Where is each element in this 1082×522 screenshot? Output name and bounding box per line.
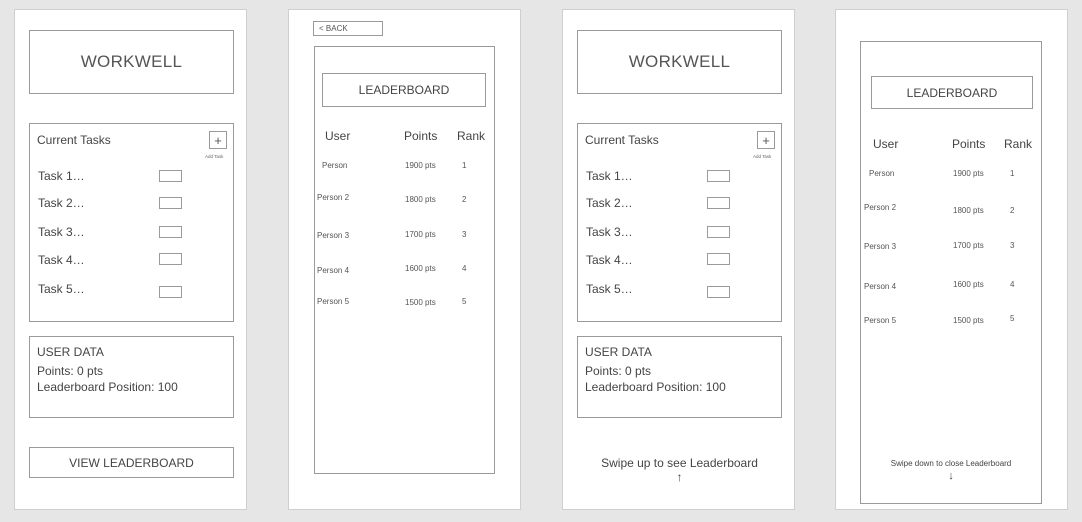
table-cell-rank: 2 bbox=[1010, 206, 1015, 215]
user-data-panel: USER DATA Points: 0 pts Leaderboard Posi… bbox=[29, 336, 234, 418]
task-label: Task 3… bbox=[586, 225, 633, 239]
table-cell-user: Person 3 bbox=[317, 231, 350, 240]
swipe-up-hint[interactable]: Swipe up to see Leaderboard ↑ bbox=[563, 456, 796, 484]
add-task-label: Add Task bbox=[753, 154, 772, 159]
leaderboard-title-box: LEADERBOARD bbox=[322, 73, 486, 107]
column-header-rank: Rank bbox=[457, 129, 486, 143]
task-checkbox[interactable] bbox=[159, 253, 182, 265]
home-screen-button-variant: WORKWELL Current Tasks + Add Task Task 1… bbox=[14, 9, 247, 510]
table-cell-points: 1900 pts bbox=[405, 161, 436, 170]
app-title-box: WORKWELL bbox=[29, 30, 234, 94]
back-label: < BACK bbox=[319, 24, 348, 33]
app-title-box: WORKWELL bbox=[577, 30, 782, 94]
table-cell-user: Person 2 bbox=[864, 203, 897, 212]
points-text: Points: 0 pts bbox=[585, 364, 652, 378]
task-label: Task 1… bbox=[38, 169, 85, 183]
table-cell-rank: 4 bbox=[1010, 280, 1015, 289]
task-checkbox[interactable] bbox=[707, 226, 730, 238]
app-title: WORKWELL bbox=[628, 52, 731, 71]
task-checkbox[interactable] bbox=[707, 170, 730, 182]
view-leaderboard-button[interactable]: VIEW LEADERBOARD bbox=[29, 447, 234, 478]
column-header-user: User bbox=[325, 129, 351, 143]
tasks-title: Current Tasks bbox=[37, 133, 111, 147]
arrow-down-icon: ↓ bbox=[948, 470, 954, 482]
task-label: Task 2… bbox=[38, 196, 85, 210]
home-screen-swipe-variant: WORKWELL Current Tasks + Add Task Task 1… bbox=[562, 9, 795, 510]
table-cell-rank: 2 bbox=[462, 195, 467, 204]
leaderboard-position-text: Leaderboard Position: 100 bbox=[585, 380, 726, 394]
table-cell-points: 1800 pts bbox=[953, 206, 984, 215]
column-header-points: Points bbox=[952, 137, 986, 151]
column-header-points: Points bbox=[404, 129, 438, 143]
task-label: Task 2… bbox=[586, 196, 633, 210]
add-task-label: Add Task bbox=[205, 154, 224, 159]
task-label: Task 5… bbox=[38, 282, 85, 296]
table-cell-user: Person bbox=[869, 169, 895, 178]
table-cell-user: Person bbox=[322, 161, 348, 170]
swipe-down-text: Swipe down to close Leaderboard bbox=[890, 459, 1012, 468]
task-label: Task 3… bbox=[38, 225, 85, 239]
task-checkbox[interactable] bbox=[707, 197, 730, 209]
task-label: Task 5… bbox=[586, 282, 633, 296]
table-cell-points: 1800 pts bbox=[405, 195, 436, 204]
column-header-user: User bbox=[873, 137, 899, 151]
table-cell-points: 1700 pts bbox=[405, 230, 436, 239]
user-data-title: USER DATA bbox=[37, 345, 104, 359]
current-tasks-panel: Current Tasks + Add Task Task 1… Task 2…… bbox=[29, 123, 234, 322]
leaderboard-title-box: LEADERBOARD bbox=[871, 76, 1033, 109]
leaderboard-screen-swipe-variant: LEADERBOARD User Points Rank Person 1900… bbox=[835, 9, 1068, 510]
leaderboard-screen-back-variant: < BACK LEADERBOARD User Points Rank Pers… bbox=[288, 9, 521, 510]
column-header-rank: Rank bbox=[1004, 137, 1033, 151]
task-checkbox[interactable] bbox=[707, 286, 730, 298]
arrow-up-icon: ↑ bbox=[676, 470, 683, 484]
task-label: Task 4… bbox=[38, 253, 85, 267]
table-cell-rank: 5 bbox=[1010, 314, 1015, 323]
task-checkbox[interactable] bbox=[159, 226, 182, 238]
table-cell-rank: 3 bbox=[1010, 241, 1015, 250]
task-checkbox[interactable] bbox=[159, 170, 182, 182]
plus-icon: + bbox=[214, 132, 222, 148]
plus-icon: + bbox=[762, 132, 770, 148]
table-cell-points: 1700 pts bbox=[953, 241, 984, 250]
table-cell-rank: 5 bbox=[462, 297, 467, 306]
table-cell-points: 1900 pts bbox=[953, 169, 984, 178]
task-checkbox[interactable] bbox=[159, 197, 182, 209]
table-cell-rank: 4 bbox=[462, 264, 467, 273]
view-leaderboard-label: VIEW LEADERBOARD bbox=[69, 455, 194, 470]
add-task-button[interactable]: + bbox=[209, 131, 227, 149]
leaderboard-position-text: Leaderboard Position: 100 bbox=[37, 380, 178, 394]
user-data-title: USER DATA bbox=[585, 345, 652, 359]
table-cell-user: Person 5 bbox=[864, 316, 897, 325]
user-data-panel: USER DATA Points: 0 pts Leaderboard Posi… bbox=[577, 336, 782, 418]
current-tasks-panel: Current Tasks + Add Task Task 1… Task 2…… bbox=[577, 123, 782, 322]
swipe-down-hint[interactable]: Swipe down to close Leaderboard ↓ bbox=[860, 458, 1042, 482]
table-cell-rank: 3 bbox=[462, 230, 467, 239]
tasks-title: Current Tasks bbox=[585, 133, 659, 147]
points-text: Points: 0 pts bbox=[37, 364, 104, 378]
leaderboard-frame bbox=[314, 46, 495, 474]
task-label: Task 4… bbox=[586, 253, 633, 267]
table-cell-user: Person 5 bbox=[317, 297, 350, 306]
table-cell-rank: 1 bbox=[462, 161, 467, 170]
table-cell-points: 1500 pts bbox=[953, 316, 984, 325]
swipe-up-text: Swipe up to see Leaderboard bbox=[601, 456, 758, 470]
leaderboard-title: LEADERBOARD bbox=[358, 83, 450, 97]
table-cell-points: 1600 pts bbox=[405, 264, 436, 273]
table-cell-rank: 1 bbox=[1010, 169, 1015, 178]
table-cell-points: 1600 pts bbox=[953, 280, 984, 289]
app-title: WORKWELL bbox=[80, 52, 183, 71]
task-label: Task 1… bbox=[586, 169, 633, 183]
table-cell-user: Person 2 bbox=[317, 193, 350, 202]
table-cell-user: Person 4 bbox=[317, 266, 350, 275]
leaderboard-frame bbox=[860, 41, 1042, 504]
add-task-button[interactable]: + bbox=[757, 131, 775, 149]
leaderboard-title: LEADERBOARD bbox=[906, 85, 998, 100]
table-cell-user: Person 3 bbox=[864, 242, 897, 251]
back-button[interactable]: < BACK bbox=[313, 21, 383, 36]
task-checkbox[interactable] bbox=[707, 253, 730, 265]
table-cell-points: 1500 pts bbox=[405, 298, 436, 307]
table-cell-user: Person 4 bbox=[864, 282, 897, 291]
task-checkbox[interactable] bbox=[159, 286, 182, 298]
